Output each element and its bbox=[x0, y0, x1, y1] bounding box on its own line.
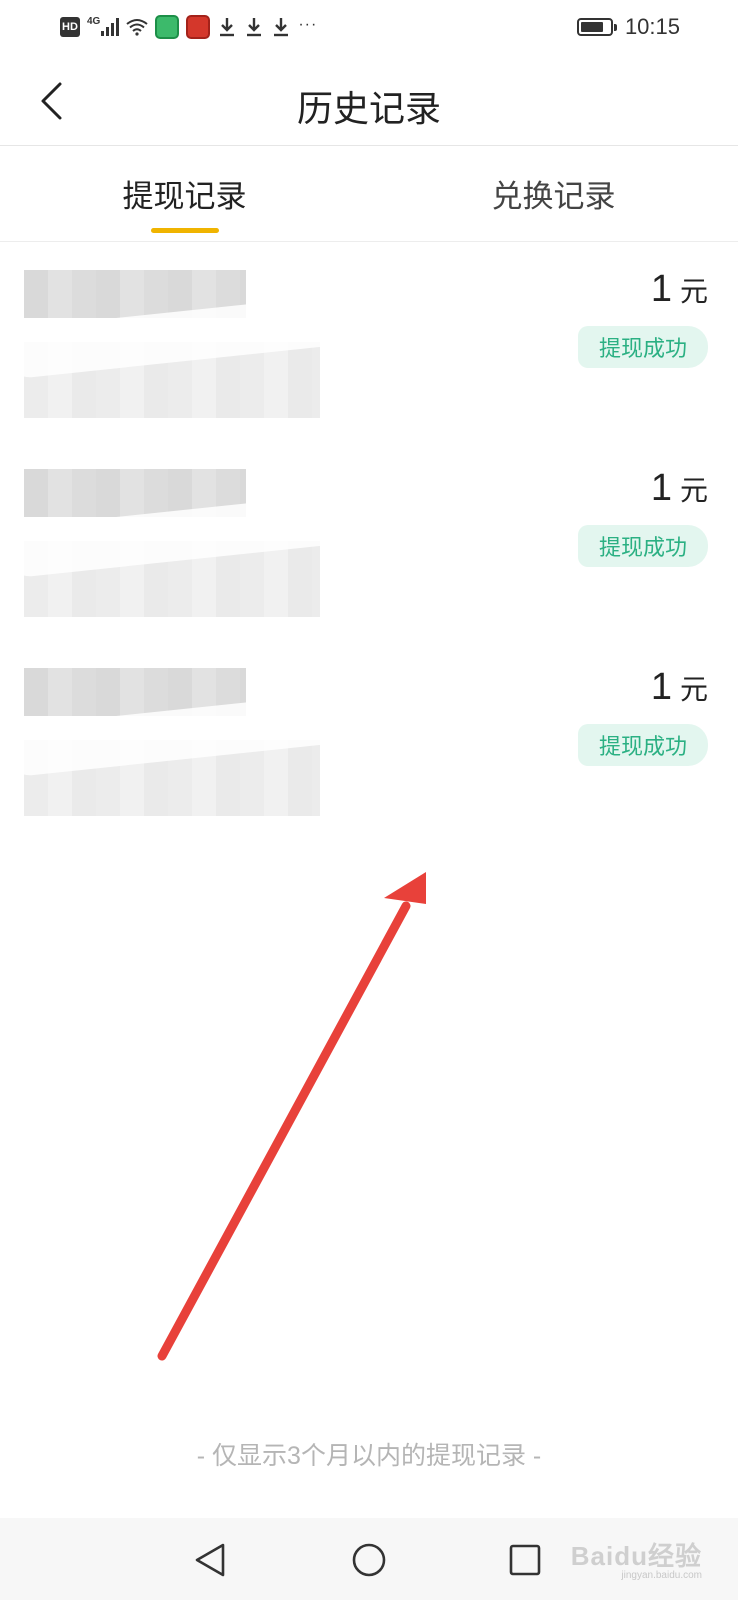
triangle-back-icon bbox=[195, 1543, 225, 1577]
tab-exchange-records[interactable]: 兑换记录 bbox=[369, 146, 738, 241]
status-icons-right: 10:15 bbox=[576, 14, 680, 40]
nav-recents-button[interactable] bbox=[503, 1538, 547, 1582]
status-badge: 提现成功 bbox=[578, 326, 708, 368]
record-amount: 1 元 bbox=[651, 268, 708, 311]
watermark-url: jingyan.baidu.com bbox=[621, 1570, 702, 1581]
records-list: 1 元 提现成功 1 元 提现成功 1 元 提现成功 bbox=[0, 242, 738, 839]
app-header: 历史记录 bbox=[0, 56, 738, 146]
tab-withdraw-records[interactable]: 提现记录 bbox=[0, 146, 369, 241]
status-bar: HD 4G ··· 10:15 bbox=[0, 0, 738, 56]
tab-bar: 提现记录 兑换记录 bbox=[0, 146, 738, 242]
redacted-details bbox=[2, 469, 386, 617]
app-notification-icon bbox=[155, 15, 180, 39]
amount-value: 1 bbox=[650, 467, 672, 509]
download-icon bbox=[274, 18, 289, 37]
amount-unit: 元 bbox=[679, 674, 708, 705]
history-limit-note: - 仅显示3个月以内的提现记录 - bbox=[196, 1442, 542, 1470]
redacted-details bbox=[2, 270, 386, 418]
status-badge: 提现成功 bbox=[578, 724, 708, 766]
tab-label: 提现记录 bbox=[122, 179, 247, 214]
amount-unit: 元 bbox=[679, 276, 708, 307]
baidu-jingyan-watermark: Baidu经验 jingyan.baidu.com bbox=[570, 1536, 702, 1581]
network-type-label: 4G bbox=[87, 15, 101, 27]
status-time: 10:15 bbox=[624, 14, 680, 39]
status-icons-left: HD 4G ··· bbox=[60, 14, 317, 40]
hd-icon: HD bbox=[60, 17, 80, 37]
active-tab-indicator bbox=[150, 228, 219, 233]
status-badge: 提现成功 bbox=[578, 525, 708, 567]
download-icon bbox=[247, 18, 262, 37]
nav-back-button[interactable] bbox=[188, 1538, 232, 1582]
nav-home-button[interactable] bbox=[347, 1538, 391, 1582]
list-item[interactable]: 1 元 提现成功 bbox=[0, 441, 738, 640]
amount-value: 1 bbox=[650, 268, 672, 310]
record-amount: 1 元 bbox=[651, 467, 708, 510]
tab-label: 兑换记录 bbox=[491, 179, 616, 214]
more-notifications-icon: ··· bbox=[298, 16, 318, 33]
circle-home-icon bbox=[352, 1543, 386, 1577]
battery-icon bbox=[576, 18, 617, 36]
system-nav-bar: Baidu经验 jingyan.baidu.com bbox=[0, 1518, 738, 1600]
amount-value: 1 bbox=[650, 666, 672, 708]
list-item[interactable]: 1 元 提现成功 bbox=[0, 242, 738, 441]
wifi-icon bbox=[126, 19, 148, 36]
amount-unit: 元 bbox=[679, 475, 708, 506]
list-item[interactable]: 1 元 提现成功 bbox=[0, 640, 738, 839]
square-recents-icon bbox=[509, 1544, 541, 1576]
download-icon bbox=[220, 18, 235, 37]
redacted-details bbox=[2, 668, 386, 816]
signal-icon bbox=[101, 18, 120, 36]
watermark-text: Baidu经验 bbox=[570, 1541, 702, 1571]
app-notification-icon bbox=[186, 15, 211, 39]
record-amount: 1 元 bbox=[651, 666, 708, 709]
page-title: 历史记录 bbox=[296, 88, 441, 129]
